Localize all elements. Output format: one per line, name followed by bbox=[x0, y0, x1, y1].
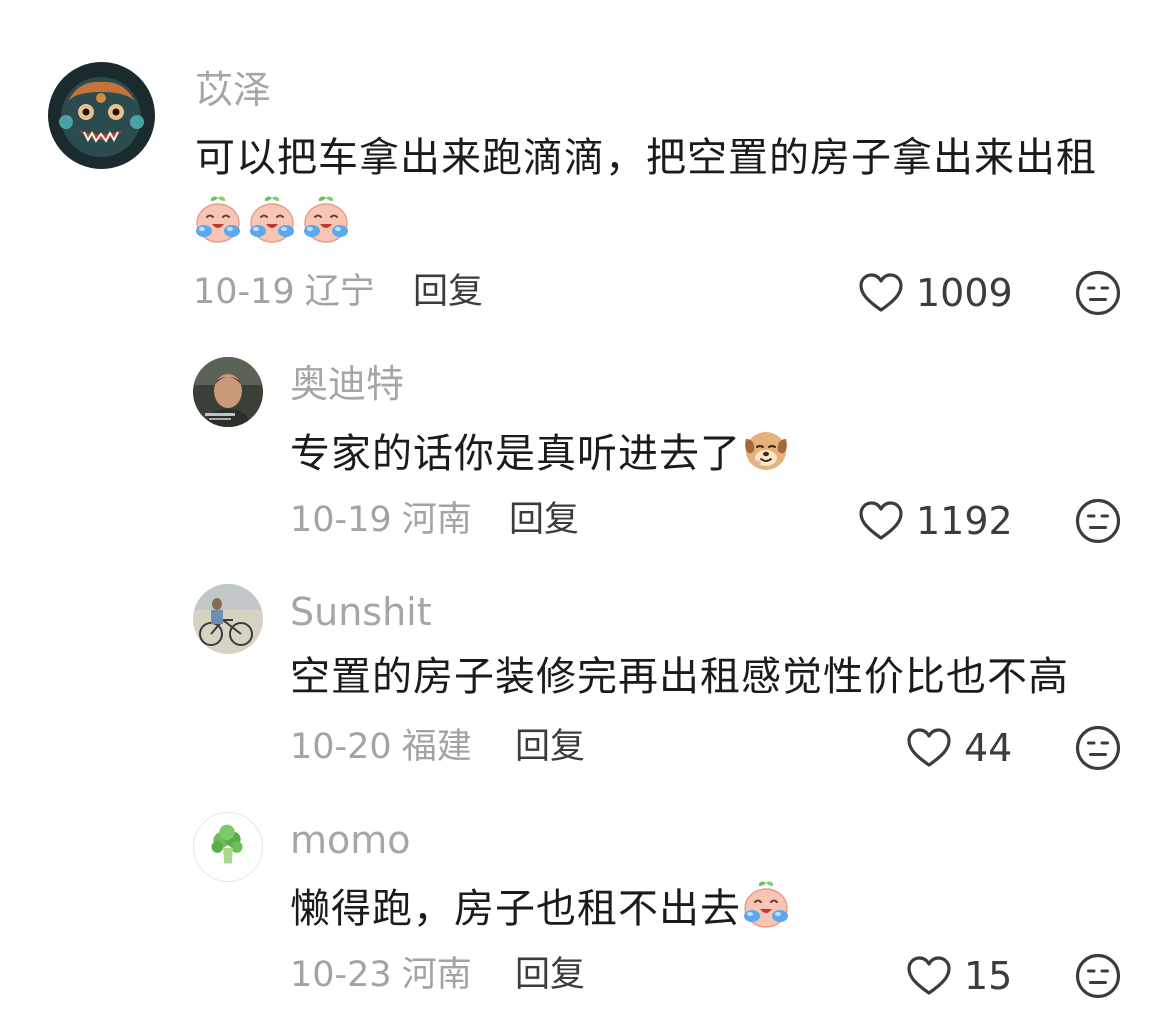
comment-location: 河南 bbox=[401, 955, 472, 995]
broccoli-avatar-icon bbox=[194, 813, 262, 881]
heart-icon bbox=[906, 955, 952, 997]
meh-face-icon bbox=[1075, 953, 1121, 999]
reply-button[interactable]: 回复 bbox=[515, 953, 585, 997]
crying-peach-emoji-icon bbox=[741, 880, 791, 930]
like-button[interactable]: 15 bbox=[906, 954, 1012, 998]
comment-item: momo 懒得跑，房子也租不出去 10-23 河南 回复 15 bbox=[0, 0, 1170, 1020]
like-count: 15 bbox=[964, 954, 1013, 998]
dislike-button[interactable] bbox=[1075, 953, 1121, 999]
comment-text-content: 懒得跑，房子也租不出去 bbox=[290, 886, 741, 932]
username[interactable]: momo bbox=[290, 818, 411, 862]
comment-meta: 10-23 河南 bbox=[290, 953, 472, 997]
comment-text: 懒得跑，房子也租不出去 bbox=[290, 880, 791, 934]
comment-date: 10-23 bbox=[290, 955, 392, 995]
user-avatar[interactable] bbox=[193, 812, 263, 882]
